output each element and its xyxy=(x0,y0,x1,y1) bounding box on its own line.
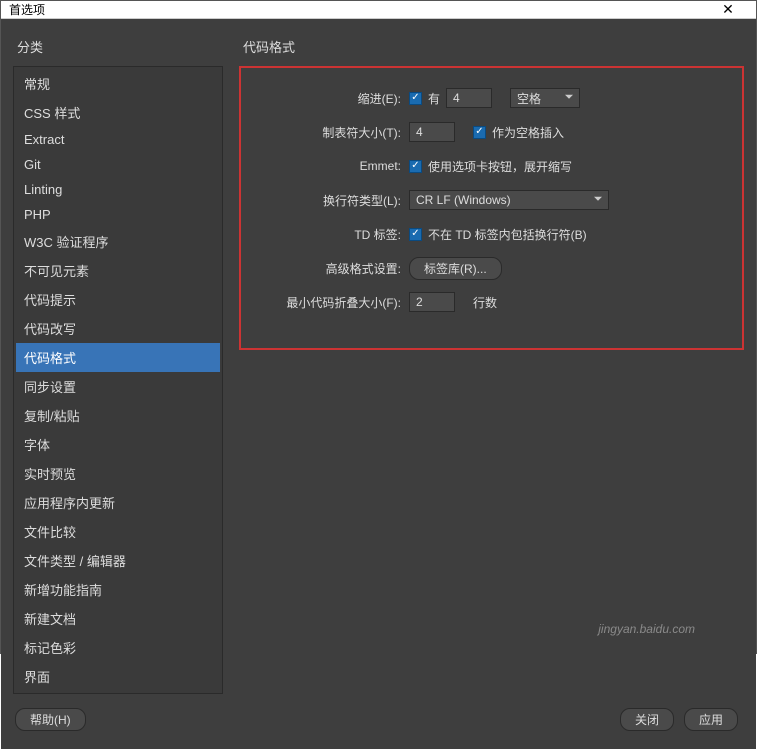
tdtag-checkbox[interactable] xyxy=(409,228,422,241)
linebreak-label: 换行符类型(L): xyxy=(259,192,409,209)
minfold-input[interactable] xyxy=(409,292,455,312)
page-title: 代码格式 xyxy=(239,31,744,66)
emmet-checkbox[interactable] xyxy=(409,160,422,173)
category-item[interactable]: Extract xyxy=(16,127,220,152)
help-button[interactable]: 帮助(H) xyxy=(15,708,86,731)
category-item[interactable]: 字体 xyxy=(16,430,220,459)
category-item[interactable]: Linting xyxy=(16,177,220,202)
category-item[interactable]: PHP xyxy=(16,202,220,227)
linebreak-select[interactable]: CR LF (Windows) xyxy=(409,190,609,210)
category-item[interactable]: 常规 xyxy=(16,69,220,98)
category-item[interactable]: 不可见元素 xyxy=(16,256,220,285)
emmet-label: Emmet: xyxy=(259,159,409,173)
settings-highlight: 缩进(E): 有 空格 制表符大小(T): xyxy=(239,66,744,350)
category-item[interactable]: 界面 xyxy=(16,662,220,691)
minfold-suffix: 行数 xyxy=(473,294,497,311)
category-item[interactable]: 新增功能指南 xyxy=(16,575,220,604)
category-item[interactable]: CSS 样式 xyxy=(16,98,220,127)
category-item[interactable]: 新建文档 xyxy=(16,604,220,633)
category-list[interactable]: 常规CSS 样式ExtractGitLintingPHPW3C 验证程序不可见元… xyxy=(13,66,223,694)
minfold-label: 最小代码折叠大小(F): xyxy=(259,294,409,311)
indent-value-input[interactable] xyxy=(446,88,492,108)
tdtag-label: TD 标签: xyxy=(259,226,409,243)
category-item[interactable]: 应用程序内更新 xyxy=(16,488,220,517)
category-item[interactable]: 文件类型 / 编辑器 xyxy=(16,546,220,575)
indent-label: 缩进(E): xyxy=(259,90,409,107)
tag-library-button[interactable]: 标签库(R)... xyxy=(409,257,502,280)
close-button[interactable]: 关闭 xyxy=(620,708,674,731)
indent-unit-select[interactable]: 空格 xyxy=(510,88,580,108)
close-icon[interactable]: ✕ xyxy=(708,1,748,18)
tabsize-checkbox[interactable] xyxy=(473,126,486,139)
advfmt-label: 高级格式设置: xyxy=(259,260,409,277)
window-title: 首选项 xyxy=(9,1,708,18)
category-item[interactable]: 实时预览 xyxy=(16,459,220,488)
emmet-check-text: 使用选项卡按钮，展开缩写 xyxy=(428,158,572,175)
category-item[interactable]: 同步设置 xyxy=(16,372,220,401)
indent-checkbox[interactable] xyxy=(409,92,422,105)
titlebar: 首选项 ✕ xyxy=(1,1,756,19)
tabsize-label: 制表符大小(T): xyxy=(259,124,409,141)
tabsize-input[interactable] xyxy=(409,122,455,142)
apply-button[interactable]: 应用 xyxy=(684,708,738,731)
category-item[interactable]: 代码改写 xyxy=(16,314,220,343)
tdtag-check-text: 不在 TD 标签内包括换行符(B) xyxy=(428,226,587,243)
category-item[interactable]: W3C 验证程序 xyxy=(16,227,220,256)
indent-check-text: 有 xyxy=(428,90,440,107)
category-item[interactable]: 文件比较 xyxy=(16,517,220,546)
tabsize-check-text: 作为空格插入 xyxy=(492,124,564,141)
category-item[interactable]: 代码提示 xyxy=(16,285,220,314)
category-header: 分类 xyxy=(13,31,223,66)
category-item[interactable]: 标记色彩 xyxy=(16,633,220,662)
category-item[interactable]: Git xyxy=(16,152,220,177)
category-item[interactable]: 复制/粘贴 xyxy=(16,401,220,430)
category-item[interactable]: 代码格式 xyxy=(16,343,220,372)
